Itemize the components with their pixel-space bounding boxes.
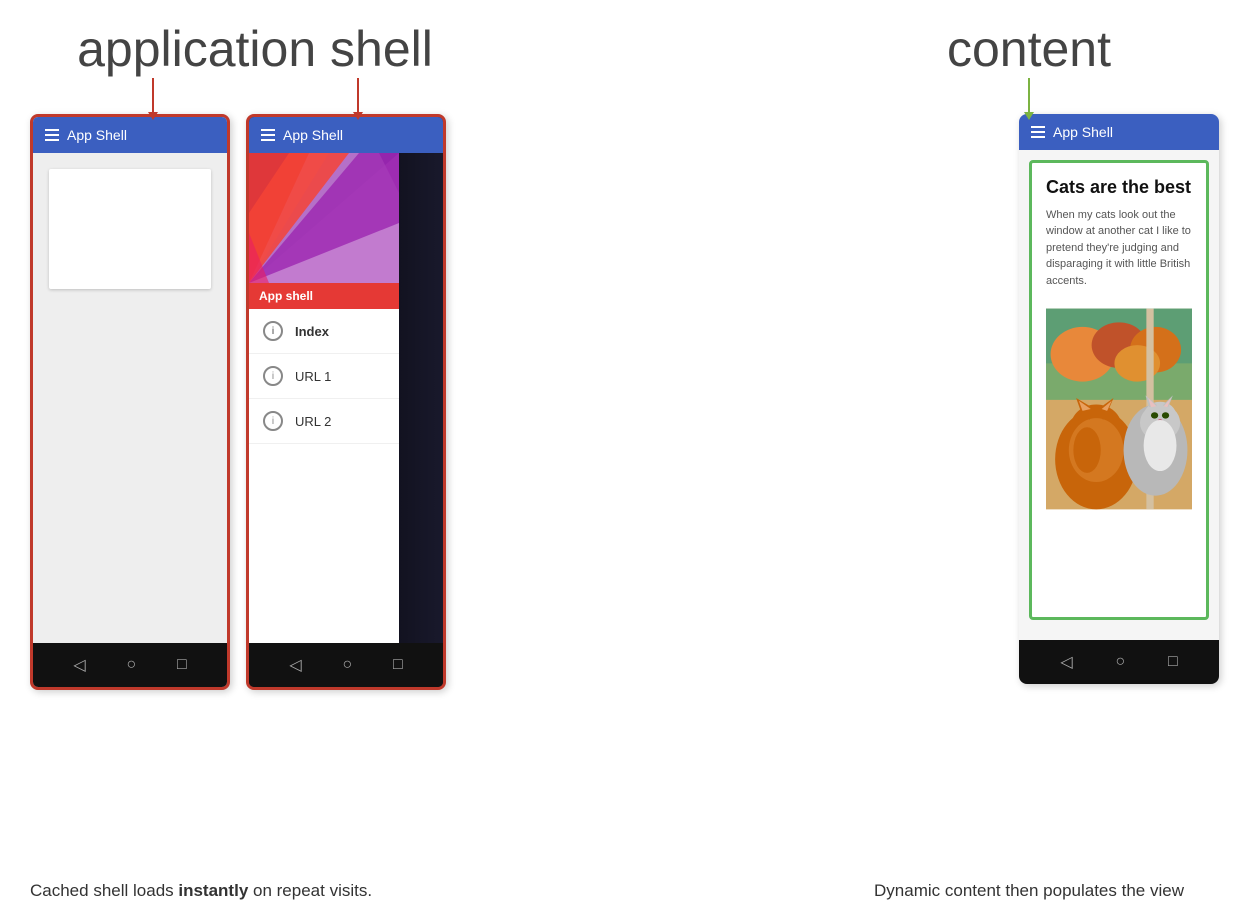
hamburger-icon-2 [261, 129, 275, 141]
content-card: Cats are the best When my cats look out … [1029, 160, 1209, 620]
cat-image [1046, 299, 1192, 519]
hamburger-icon-3 [1031, 126, 1045, 138]
drawer-container: App shell i Index i URL 1 i URL 2 [249, 153, 443, 643]
drawer-item-index[interactable]: i Index [249, 309, 399, 354]
phone3-nav-bar: ◁ ○ □ [1019, 640, 1219, 684]
back-icon: ◁ [73, 655, 85, 675]
recents-icon-3: □ [1168, 653, 1178, 671]
phone2-header: App Shell [249, 117, 443, 153]
phone3-header: App Shell [1019, 114, 1219, 150]
phone-1: App Shell ◁ ○ □ [30, 114, 230, 690]
recents-icon-2: □ [393, 656, 403, 674]
application-shell-heading: application shell [77, 21, 433, 77]
bottom-text-right: Dynamic content then populates the view [839, 878, 1219, 904]
info-icon-url2: i [263, 411, 283, 431]
phone1-nav-bar: ◁ ○ □ [33, 643, 227, 687]
drawer-item-url1-label: URL 1 [295, 369, 331, 384]
drawer-item-url2-label: URL 2 [295, 414, 331, 429]
bottom-text-left: Cached shell loads instantly on repeat v… [30, 878, 480, 904]
phone3-body: Cats are the best When my cats look out … [1019, 150, 1219, 640]
content-card-title: Cats are the best [1046, 177, 1192, 199]
drawer-item-index-label: Index [295, 324, 329, 339]
drawer-item-url1[interactable]: i URL 1 [249, 354, 399, 399]
phone2-nav-bar: ◁ ○ □ [249, 643, 443, 687]
back-icon-2: ◁ [289, 655, 301, 675]
phone2-title: App Shell [283, 127, 343, 143]
home-icon-3: ○ [1115, 653, 1125, 671]
drawer-shadow [399, 153, 443, 643]
drawer-app-label: App shell [249, 283, 399, 309]
recents-icon: □ [177, 656, 187, 674]
phone-3: App Shell Cats are the best When my cats… [1019, 114, 1219, 684]
content-placeholder [49, 169, 211, 289]
drawer-panel: App shell i Index i URL 1 i URL 2 [249, 153, 399, 643]
phone3-title: App Shell [1053, 124, 1113, 140]
hamburger-icon [45, 129, 59, 141]
drawer-item-url2[interactable]: i URL 2 [249, 399, 399, 444]
content-card-body: When my cats look out the window at anot… [1046, 207, 1192, 290]
content-heading: content [947, 21, 1111, 77]
drawer-header-image [249, 153, 399, 283]
back-icon-3: ◁ [1060, 652, 1072, 672]
phone-2: App Shell [246, 114, 446, 690]
home-icon: ○ [126, 656, 136, 674]
info-icon-index: i [263, 321, 283, 341]
phone1-title: App Shell [67, 127, 127, 143]
phone1-header: App Shell [33, 117, 227, 153]
info-icon-url1: i [263, 366, 283, 386]
home-icon-2: ○ [342, 656, 352, 674]
phone1-body [33, 153, 227, 643]
